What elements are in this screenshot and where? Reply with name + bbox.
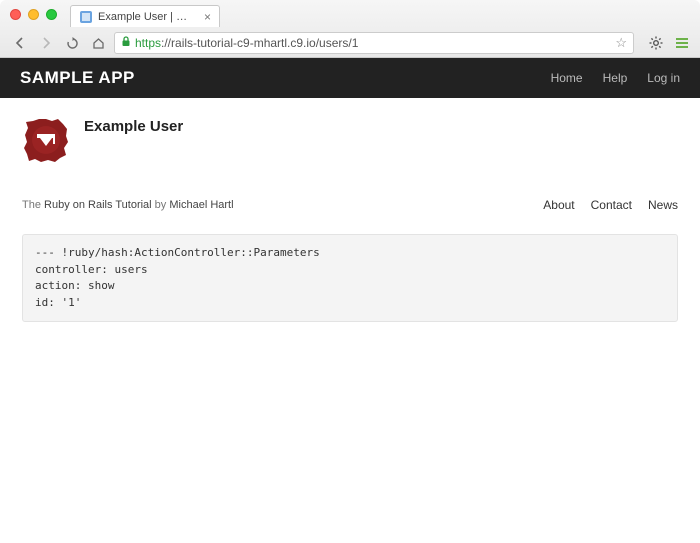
debug-line-4: id: '1': [35, 296, 81, 309]
url-scheme: https: [135, 36, 161, 50]
back-button[interactable]: [10, 33, 30, 53]
bookmark-star-icon[interactable]: ☆: [615, 35, 627, 51]
nav-links: Home Help Log in: [551, 71, 680, 85]
gravatar-icon: [22, 116, 70, 164]
footer: The Ruby on Rails Tutorial by Michael Ha…: [22, 198, 678, 212]
page-content: SAMPLE APP Home Help Log in Example User: [0, 58, 700, 543]
footer-news-link[interactable]: News: [648, 198, 678, 212]
user-name: Example User: [84, 118, 183, 135]
forward-button[interactable]: [36, 33, 56, 53]
home-button[interactable]: [88, 33, 108, 53]
tab-close-icon[interactable]: ×: [204, 10, 211, 24]
user-header: Example User: [22, 116, 678, 164]
author-link[interactable]: Michael Hartl: [169, 199, 233, 211]
debug-line-1: --- !ruby/hash:ActionController::Paramet…: [35, 246, 320, 259]
nav-login-link[interactable]: Log in: [647, 71, 680, 85]
tutorial-link[interactable]: Ruby on Rails Tutorial: [44, 199, 152, 211]
minimize-window-button[interactable]: [28, 9, 39, 20]
footer-middle: by: [152, 199, 170, 211]
nav-help-link[interactable]: Help: [603, 71, 628, 85]
browser-toolbar: https://rails-tutorial-c9-mhartl.c9.io/u…: [0, 28, 700, 58]
footer-contact-link[interactable]: Contact: [591, 198, 632, 212]
footer-prefix: The: [22, 199, 44, 211]
hamburger-menu-icon[interactable]: [674, 35, 690, 51]
main-content: Example User The Ruby on Rails Tutorial …: [0, 98, 700, 340]
url-text: https://rails-tutorial-c9-mhartl.c9.io/u…: [135, 36, 358, 50]
footer-about-link[interactable]: About: [543, 198, 574, 212]
browser-tab[interactable]: Example User | Ruby on R… ×: [70, 5, 220, 27]
brand-logo[interactable]: SAMPLE APP: [20, 68, 135, 88]
app-navbar: SAMPLE APP Home Help Log in: [0, 58, 700, 98]
debug-line-2: controller: users: [35, 263, 148, 276]
debug-dump: --- !ruby/hash:ActionController::Paramet…: [22, 234, 678, 322]
zoom-window-button[interactable]: [46, 9, 57, 20]
footer-nav: About Contact News: [543, 198, 678, 212]
tab-title: Example User | Ruby on R…: [98, 11, 195, 23]
lock-icon: [121, 36, 131, 50]
settings-gear-icon[interactable]: [648, 35, 664, 51]
footer-credit: The Ruby on Rails Tutorial by Michael Ha…: [22, 199, 234, 211]
debug-line-3: action: show: [35, 279, 114, 292]
address-bar[interactable]: https://rails-tutorial-c9-mhartl.c9.io/u…: [114, 32, 634, 54]
url-path: ://rails-tutorial-c9-mhartl.c9.io/users/…: [161, 36, 358, 50]
reload-button[interactable]: [62, 33, 82, 53]
nav-home-link[interactable]: Home: [551, 71, 583, 85]
close-window-button[interactable]: [10, 9, 21, 20]
window-controls: [10, 9, 57, 20]
titlebar: Example User | Ruby on R… ×: [0, 0, 700, 28]
favicon-icon: [79, 10, 93, 24]
toolbar-right: [648, 35, 690, 51]
browser-chrome: Example User | Ruby on R… × https://rail…: [0, 0, 700, 58]
